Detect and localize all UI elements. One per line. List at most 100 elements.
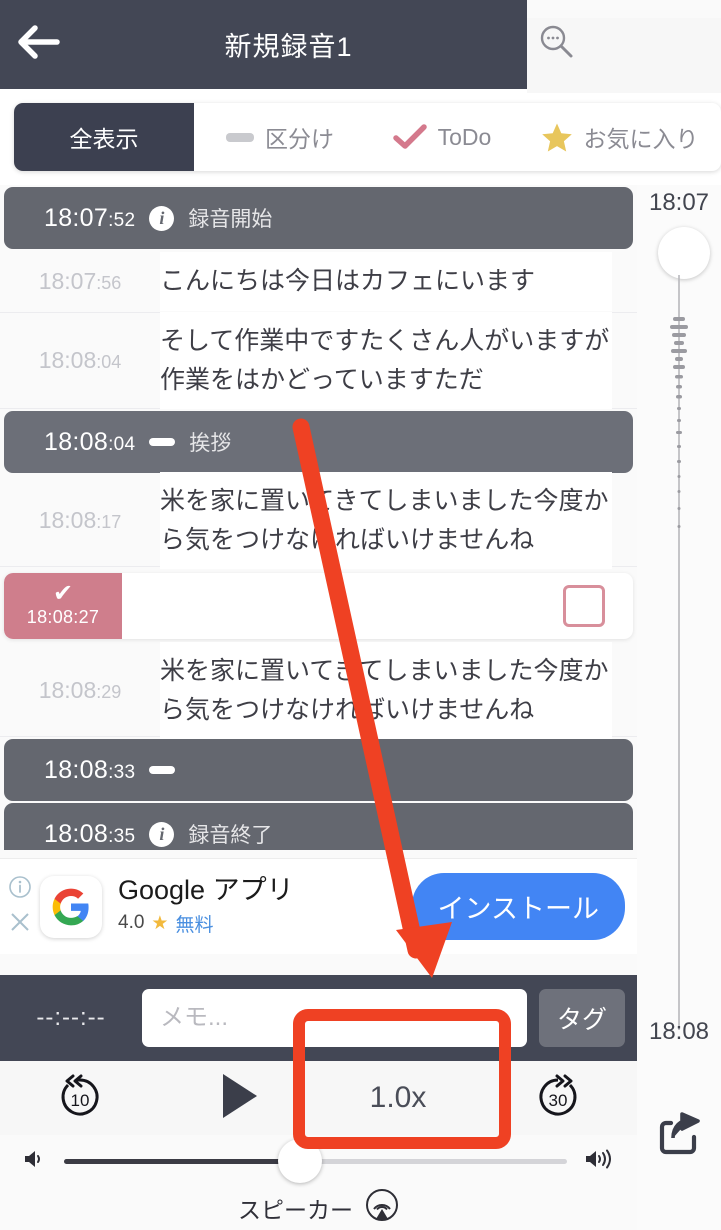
list-item[interactable]: 18:08:33: [0, 739, 637, 801]
marker-row-section[interactable]: 18:08:04 挨拶: [4, 411, 633, 473]
marker-row-end[interactable]: 18:08:35 i 録音終了: [4, 803, 633, 850]
info-circle-icon[interactable]: [8, 875, 32, 904]
dash-icon: [149, 766, 176, 774]
list-item[interactable]: 18:07:52 i 録音開始: [0, 187, 637, 249]
playback-speed-button[interactable]: 1.0x: [318, 1081, 478, 1115]
tab-todo-label: ToDo: [437, 123, 492, 150]
transcript-list[interactable]: 18:07:52 i 録音開始 18:07:56 こんにちは今日はカフェにいます…: [0, 185, 637, 850]
transcript-timestamp: 18:08:29: [38, 677, 122, 703]
transport-controls: 10 1.0x 30: [0, 1061, 637, 1135]
svg-text:10: 10: [71, 1091, 90, 1110]
transcript-timestamp: 18:08:17: [38, 507, 122, 533]
marker-label: 挨拶: [189, 432, 232, 455]
check-icon: [392, 123, 427, 151]
ad-text-block: Google アプリ 4.0 ★ 無料: [118, 875, 412, 937]
rail-time-top: 18:07: [648, 189, 710, 216]
star-icon: ★: [151, 912, 169, 934]
forward-30-icon: 30: [532, 1070, 584, 1127]
google-g-icon: [40, 875, 102, 938]
transcript-timestamp: 18:07:56: [38, 268, 122, 294]
star-icon: [541, 122, 573, 153]
transcript-text: そして作業中ですたくさん人がいますが作業をはかどっていますただ: [160, 311, 612, 410]
speaker-label: スピーカー: [238, 1196, 353, 1223]
svg-text:30: 30: [548, 1091, 567, 1110]
marker-timestamp: 18:08:33: [44, 755, 136, 784]
play-button[interactable]: [160, 1071, 318, 1126]
ad-side-controls: [0, 875, 40, 939]
marker-label: 録音開始: [188, 208, 273, 231]
memo-input[interactable]: [142, 989, 527, 1047]
transcript-row[interactable]: 18:07:56 こんにちは今日はカフェにいます: [0, 251, 637, 313]
filter-tabbar-container: 全表示 区分け ToDo お気に入り: [0, 89, 721, 185]
scrubber-knob[interactable]: [658, 227, 710, 279]
volume-slider-track[interactable]: [64, 1139, 567, 1183]
rewind-10-icon: 10: [54, 1070, 106, 1127]
dash-icon: [149, 438, 176, 446]
volume-high-icon: [583, 1146, 615, 1177]
play-icon: [217, 1071, 261, 1126]
marker-timestamp: 18:08:04: [44, 427, 136, 456]
marker-timestamp: 18:07:52: [44, 203, 136, 232]
ad-rating: 4.0: [118, 912, 145, 934]
tab-favorites-label: お気に入り: [583, 126, 699, 152]
todo-checkbox[interactable]: [563, 585, 605, 627]
page-title: 新規録音1: [224, 32, 353, 62]
transcript-row[interactable]: 18:08:04 そして作業中ですたくさん人がいますが作業をはかどっていますただ: [0, 311, 637, 410]
list-item[interactable]: 18:08:04 挨拶: [0, 411, 637, 473]
list-item[interactable]: ✔ 18:08:27: [0, 573, 637, 639]
marker-row-start[interactable]: 18:07:52 i 録音開始: [4, 187, 633, 249]
close-icon[interactable]: [8, 910, 32, 939]
ad-banner[interactable]: Google アプリ 4.0 ★ 無料 インストール: [0, 858, 637, 954]
tab-all[interactable]: 全表示: [14, 103, 194, 171]
tab-sections-label: 区分け: [265, 126, 334, 152]
waveform-timeline: [637, 275, 721, 1040]
app-root: 新規録音1 全表示 区分け ToDo お気に入り 18:07:52 i 録音開…: [0, 0, 721, 1230]
rail-time-bottom: 18:08: [648, 1018, 710, 1045]
tab-sections[interactable]: 区分け: [194, 103, 366, 171]
transcript-row[interactable]: 18:08:29 米を家に置いてきてしまいました今度から気をつけなければいけませ…: [0, 641, 637, 740]
install-button[interactable]: インストール: [411, 873, 625, 940]
back-arrow-icon: [17, 25, 63, 64]
back-button[interactable]: [0, 0, 80, 89]
list-item[interactable]: 18:08:35 i 録音終了: [0, 803, 637, 850]
check-icon: ✔: [52, 580, 74, 607]
filter-tabbar: 全表示 区分け ToDo お気に入り: [14, 103, 721, 171]
volume-control[interactable]: [0, 1135, 637, 1187]
marker-timestamp: 18:08:35: [44, 819, 136, 848]
tag-button[interactable]: タグ: [539, 989, 625, 1047]
todo-text: [122, 573, 563, 639]
ad-price: 無料: [175, 914, 214, 936]
todo-row[interactable]: ✔ 18:08:27: [4, 573, 633, 639]
tab-favorites[interactable]: お気に入り: [518, 103, 721, 171]
app-header: 新規録音1: [0, 0, 527, 89]
tab-todo[interactable]: ToDo: [366, 103, 518, 171]
share-icon: [659, 1112, 700, 1155]
volume-slider-knob[interactable]: [278, 1139, 323, 1183]
airplay-icon: [365, 1188, 399, 1227]
todo-time-block: ✔ 18:08:27: [4, 573, 122, 639]
dash-icon: [226, 132, 254, 142]
todo-timestamp: 18:08:27: [26, 607, 100, 627]
marker-label: 録音終了: [188, 824, 273, 847]
volume-slider-fill: [64, 1158, 301, 1164]
forward-30-button[interactable]: 30: [478, 1070, 637, 1127]
tab-all-label: 全表示: [69, 126, 139, 152]
ad-title: Google アプリ: [118, 875, 294, 906]
transcript-text: こんにちは今日はカフェにいます: [160, 252, 612, 311]
volume-low-icon: [22, 1147, 48, 1176]
memo-bar: --:--:-- タグ: [0, 975, 637, 1061]
speaker-output-button[interactable]: スピーカー: [0, 1185, 637, 1230]
transcript-row[interactable]: 18:08:17 米を家に置いてきてしまいました今度から気をつけなければいけませ…: [0, 471, 637, 570]
memo-timestamp: --:--:--: [36, 1004, 106, 1031]
transcript-text: 米を家に置いてきてしまいました今度から気をつけなければいけませんね: [160, 641, 612, 740]
timeline-rail[interactable]: 18:07 18:08: [637, 185, 721, 1230]
info-icon: i: [149, 205, 175, 231]
rewind-10-button[interactable]: 10: [0, 1070, 160, 1127]
transcript-timestamp: 18:08:04: [38, 347, 122, 373]
ad-subtitle: 4.0 ★ 無料: [118, 910, 412, 937]
transcript-text: 米を家に置いてきてしまいました今度から気をつけなければいけませんね: [160, 471, 612, 570]
search-icon[interactable]: [538, 24, 576, 67]
search-overlay-panel[interactable]: [527, 18, 721, 93]
marker-row-section[interactable]: 18:08:33: [4, 739, 633, 801]
share-button[interactable]: [655, 1110, 705, 1165]
